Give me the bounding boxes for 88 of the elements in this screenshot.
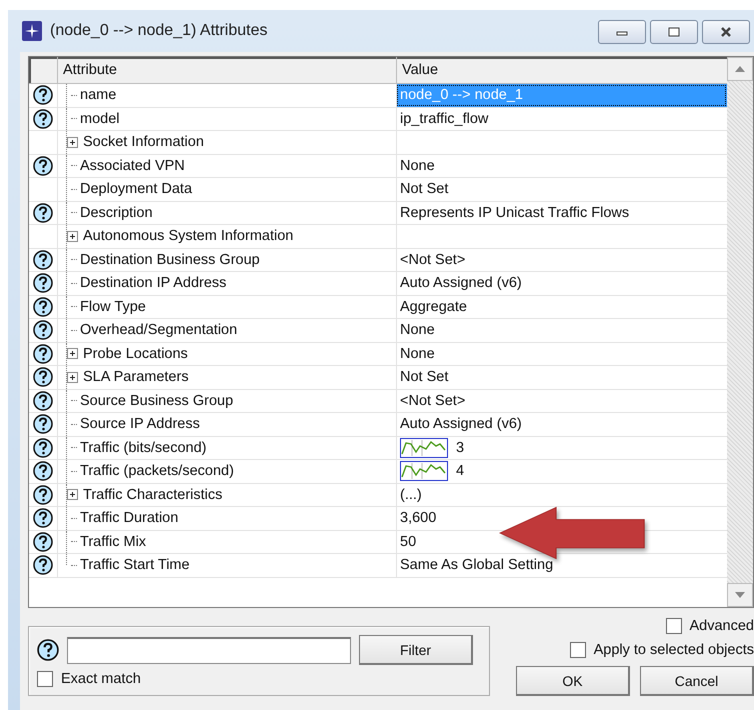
up-arrow-icon [735,66,745,72]
attribute-name: Source IP Address [80,416,200,432]
attribute-name: Destination Business Group [80,252,260,268]
maximize-icon [667,27,681,37]
attribute-name: Traffic Characteristics [83,486,222,503]
checkbox-label[interactable]: Apply to selected objects [594,642,754,658]
help-icon[interactable] [37,639,59,661]
expand-icon[interactable] [67,489,78,500]
help-icon[interactable] [33,108,53,129]
window-title: (node_0 --> node_1) Attributes [50,22,268,40]
attribute-name: Socket Information [83,134,204,150]
attribute-name: name [80,87,116,104]
help-icon[interactable] [33,85,53,106]
checkbox-label[interactable]: Exact match [61,671,141,687]
help-icon[interactable] [33,273,53,294]
expand-icon[interactable] [67,230,78,242]
expand-icon[interactable] [67,136,78,148]
attribute-name: Traffic Duration [80,510,178,526]
help-icon[interactable] [33,438,53,458]
cancel-button[interactable]: Cancel [640,666,754,696]
vertical-scrollbar[interactable] [727,57,753,607]
attribute-value: (...) [400,486,422,503]
attribute-value: 4 [456,463,464,480]
help-icon[interactable] [33,484,53,505]
attribute-value: <Not Set> [400,252,466,268]
checkbox[interactable] [570,642,586,658]
attribute-value: <Not Set> [400,392,466,409]
ok-button[interactable]: OK [516,666,630,696]
attribute-value: Auto Assigned (v6) [400,416,522,432]
filter-input[interactable] [67,636,351,664]
help-icon[interactable] [33,414,53,434]
expand-icon[interactable] [67,372,78,383]
checkbox-label[interactable]: Advanced [690,618,754,634]
attribute-value: Not Set [400,181,448,198]
scroll-down-button[interactable] [727,583,753,607]
help-icon[interactable] [33,461,53,482]
attribute-name: Traffic Start Time [80,557,190,574]
down-arrow-icon [735,592,745,598]
attribute-value: 3,600 [400,510,436,526]
help-icon[interactable] [33,320,53,340]
attribute-name: Autonomous System Information [83,228,294,244]
attribute-value: Same As Global Setting [400,557,554,574]
attribute-name: Associated VPN [80,158,185,174]
attribute-name: Destination IP Address [80,275,226,292]
attribute-value: None [400,346,435,362]
help-icon[interactable] [33,156,53,176]
close-button[interactable] [702,20,750,44]
attribute-name: Deployment Data [80,181,192,198]
minimize-button[interactable] [598,20,646,44]
help-icon[interactable] [33,250,53,270]
expand-icon[interactable] [67,348,78,360]
attribute-name: Description [80,204,153,221]
attribute-name: Overhead/Segmentation [80,322,238,338]
attribute-value: None [400,158,435,174]
maximize-button[interactable] [650,20,698,44]
attribute-value: None [400,322,435,338]
help-icon[interactable] [33,344,53,364]
attribute-name: Traffic Mix [80,534,146,550]
attribute-name: SLA Parameters [83,369,189,386]
help-icon[interactable] [33,532,53,552]
attribute-name: Probe Locations [83,346,188,362]
close-icon [719,27,733,37]
help-icon[interactable] [33,390,53,411]
attribute-value: 50 [400,534,416,550]
star-icon [22,21,42,41]
filter-button[interactable]: Filter [359,635,473,665]
help-icon[interactable] [33,296,53,317]
attribute-value: Auto Assigned (v6) [400,275,522,292]
attribute-value: Not Set [400,369,448,386]
attribute-value: 3 [456,440,464,456]
attribute-name: Traffic (packets/second) [80,463,234,480]
attribute-value: ip_traffic_flow [400,110,488,127]
attribute-name: model [80,110,120,127]
help-icon[interactable] [33,508,53,528]
column-header[interactable]: Attribute [57,57,396,83]
scroll-up-button[interactable] [727,57,753,81]
attribute-name: Traffic (bits/second) [80,440,207,456]
checkbox[interactable] [37,671,53,687]
help-icon[interactable] [33,555,53,576]
attribute-name: Flow Type [80,298,146,315]
checkbox[interactable] [666,618,682,634]
attribute-value: Aggregate [400,298,467,315]
help-icon[interactable] [33,367,53,388]
traffic-graph-icon[interactable] [400,438,448,458]
attribute-name: Source Business Group [80,392,234,409]
help-icon[interactable] [33,202,53,223]
attribute-value: Represents IP Unicast Traffic Flows [400,204,630,221]
traffic-graph-icon[interactable] [400,461,448,482]
